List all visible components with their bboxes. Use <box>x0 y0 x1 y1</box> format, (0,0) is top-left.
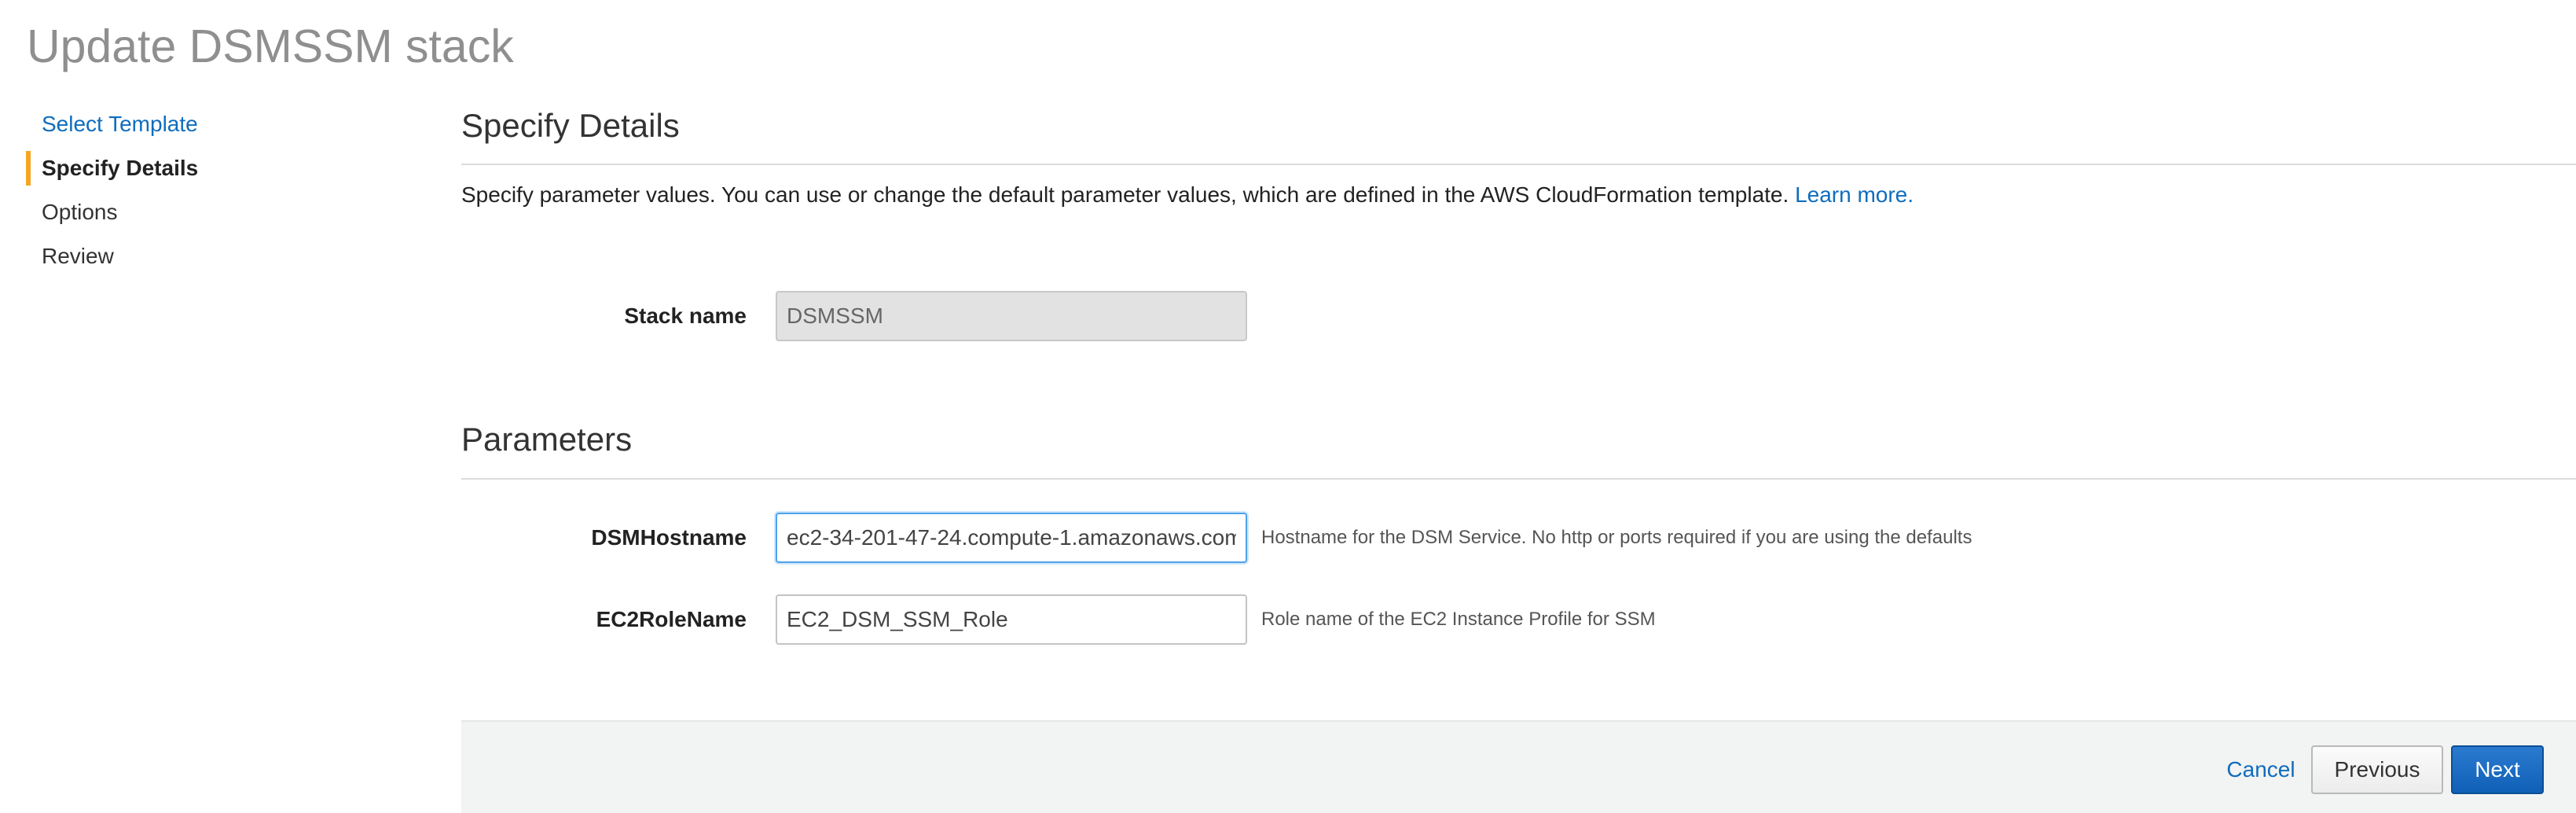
next-button[interactable]: Next <box>2451 745 2544 794</box>
dsmhostname-input[interactable] <box>776 513 1247 563</box>
wizard-steps-nav: Select Template Specify Details Options … <box>26 102 387 278</box>
wizard-step-specify-details: Specify Details <box>26 146 387 190</box>
dsmhostname-help-text: Hostname for the DSM Service. No http or… <box>1261 527 1972 548</box>
page: Update DSMSSM stack Select Template Spec… <box>0 0 2576 813</box>
form-row-ec2rolename: EC2RoleName Role name of the EC2 Instanc… <box>461 594 2576 645</box>
previous-button[interactable]: Previous <box>2311 745 2443 794</box>
ec2rolename-label: EC2RoleName <box>596 607 747 631</box>
section-divider <box>461 478 2576 480</box>
main-content: Specify Details Specify parameter values… <box>461 0 2576 813</box>
form-row-stack-name: Stack name <box>461 291 2576 341</box>
cancel-button[interactable]: Cancel <box>2206 745 2316 794</box>
wizard-step-select-template[interactable]: Select Template <box>26 102 387 146</box>
section-heading-parameters: Parameters <box>461 421 633 458</box>
form-row-dsmhostname: DSMHostname Hostname for the DSM Service… <box>461 513 2576 563</box>
wizard-step-options: Options <box>42 200 118 224</box>
intro-description: Specify parameter values. You can use or… <box>461 182 1789 207</box>
wizard-step-review: Review <box>42 244 114 268</box>
stack-name-input <box>776 291 1247 341</box>
section-heading-specify-details: Specify Details <box>461 107 680 144</box>
ec2rolename-input[interactable] <box>776 594 1247 645</box>
ec2rolename-help-text: Role name of the EC2 Instance Profile fo… <box>1261 609 1656 630</box>
wizard-footer: Cancel Previous Next <box>461 720 2576 813</box>
dsmhostname-label: DSMHostname <box>591 525 747 550</box>
intro-text: Specify parameter values. You can use or… <box>461 182 1914 208</box>
page-title: Update DSMSSM stack <box>27 20 514 72</box>
section-divider <box>461 164 2576 165</box>
stack-name-label: Stack name <box>624 303 747 328</box>
learn-more-link[interactable]: Learn more. <box>1795 182 1914 207</box>
